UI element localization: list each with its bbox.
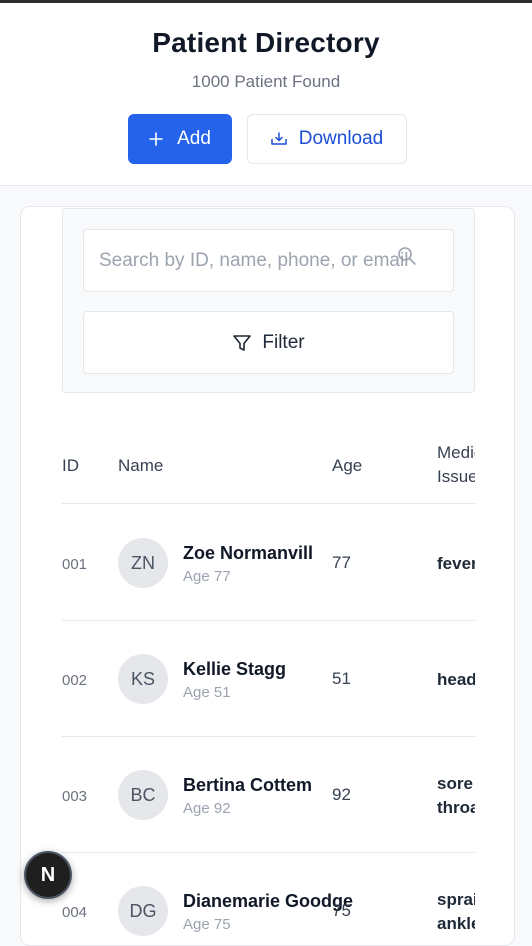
medical-issue-line: fever	[437, 554, 475, 573]
medical-issue: fever	[437, 552, 475, 576]
patient-card: Filter ID Name Age Medical Issue 001 ZN …	[20, 206, 515, 946]
patient-age: 75	[332, 901, 351, 920]
patient-id: 004	[62, 904, 88, 921]
patient-id: 003	[62, 788, 88, 805]
patient-name: Bertina Cottem	[183, 775, 313, 795]
patient-age: 77	[332, 553, 351, 572]
search-icon[interactable]	[397, 246, 417, 271]
medical-issue: sore throat	[437, 772, 475, 820]
avatar: ZN	[118, 538, 168, 588]
patient-age-subtitle: Age 92	[183, 800, 231, 817]
patient-id: 002	[62, 672, 88, 689]
table-row[interactable]: 003 BC Bertina Cottem Age 92 92 sore thr…	[62, 737, 475, 853]
column-header-age[interactable]: Age	[332, 456, 362, 476]
filter-icon	[232, 333, 252, 353]
download-icon	[271, 132, 287, 146]
patient-age-subtitle: Age 51	[183, 684, 231, 701]
table-row[interactable]: 001 ZN Zoe Normanvill Age 77 77 fever	[62, 505, 475, 621]
filter-button[interactable]: Filter	[83, 311, 454, 374]
column-header-medical-issue[interactable]: Medical Issue	[437, 441, 475, 489]
medical-issue-line: sore	[437, 774, 473, 793]
download-button-label: Download	[298, 128, 384, 149]
patient-age-subtitle: Age 77	[183, 568, 231, 585]
page-title: Patient Directory	[152, 27, 380, 58]
filter-button-label: Filter	[262, 331, 305, 353]
search-panel: Filter	[62, 208, 475, 393]
column-header-name[interactable]: Name	[118, 456, 163, 476]
avatar: DG	[118, 886, 168, 936]
medical-issue-line: sprained	[437, 890, 475, 909]
download-button[interactable]: Download	[247, 114, 407, 164]
medical-issue-line: ankle	[437, 914, 475, 933]
table-row[interactable]: 004 DG Dianemarie Goodge Age 75 75 sprai…	[62, 853, 475, 945]
patient-name: Zoe Normanvill	[183, 543, 314, 563]
patient-table: ID Name Age Medical Issue 001 ZN Zoe Nor…	[62, 431, 475, 945]
patient-id: 001	[62, 556, 88, 573]
medical-issue: headache	[437, 668, 475, 692]
table-header: ID Name Age Medical Issue	[62, 431, 475, 504]
medical-issue-line: throat	[437, 798, 475, 817]
medical-issue: sprained ankle	[437, 888, 475, 936]
medical-issue-line: headache	[437, 670, 475, 689]
plus-icon	[149, 132, 163, 146]
column-header-id[interactable]: ID	[62, 456, 79, 476]
patient-name: Dianemarie Goodge	[183, 891, 354, 911]
table-row[interactable]: 002 KS Kellie Stagg Age 51 51 headache	[62, 621, 475, 737]
nextjs-dev-badge[interactable]: N	[24, 851, 72, 899]
add-button[interactable]: Add	[128, 114, 232, 164]
page-header: Patient Directory 1000 Patient Found Add…	[0, 3, 532, 186]
patient-name: Kellie Stagg	[183, 659, 287, 679]
avatar: BC	[118, 770, 168, 820]
patient-age: 92	[332, 785, 351, 804]
avatar: KS	[118, 654, 168, 704]
patient-count: 1000 Patient Found	[191, 72, 341, 91]
add-button-label: Add	[177, 128, 211, 149]
patient-age: 51	[332, 669, 351, 688]
